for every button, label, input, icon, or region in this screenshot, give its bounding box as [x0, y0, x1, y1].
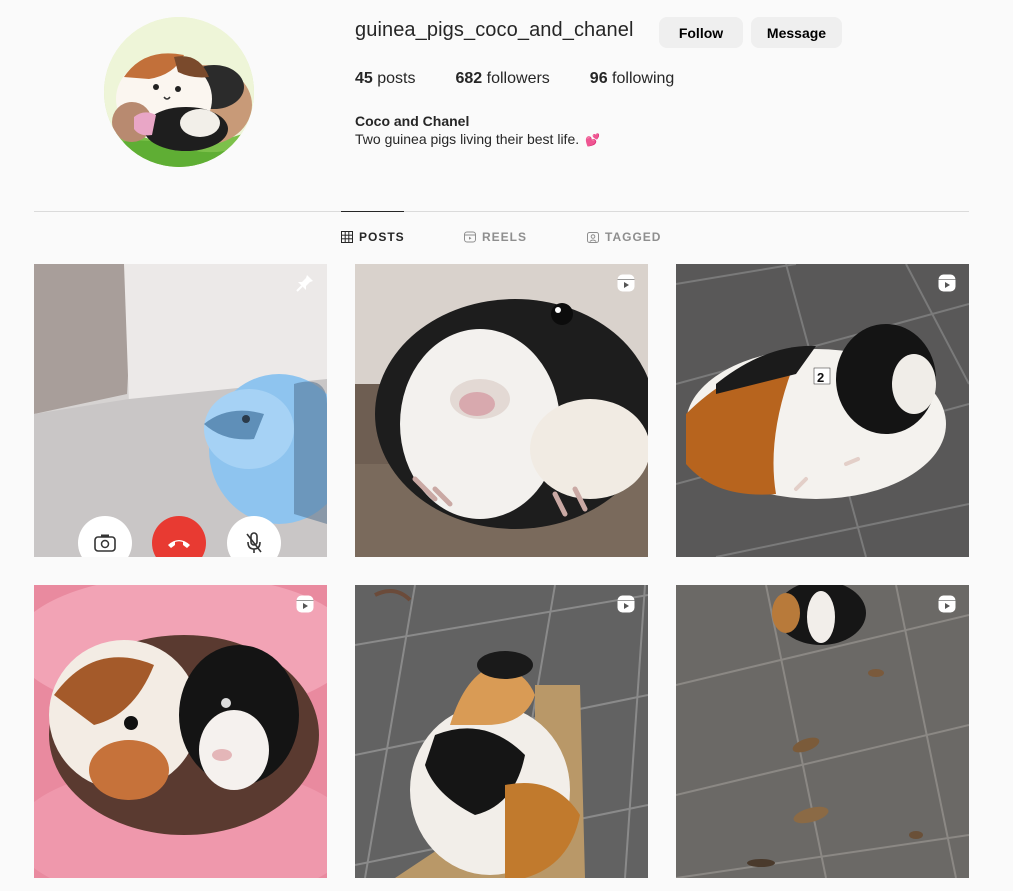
post-tile[interactable] — [355, 264, 648, 557]
reel-icon — [617, 595, 635, 613]
posts-stat: 45 posts — [355, 70, 416, 88]
tab-tagged[interactable]: TAGGED — [587, 230, 661, 244]
tabs-divider — [34, 211, 969, 212]
post-image — [34, 585, 327, 878]
tab-tagged-label: TAGGED — [605, 230, 662, 244]
tab-posts[interactable]: POSTS — [341, 230, 405, 244]
post-tile[interactable] — [34, 585, 327, 878]
mic-off-icon — [246, 532, 262, 553]
post-image — [676, 585, 969, 878]
post-tile[interactable]: 2 — [676, 264, 969, 557]
username: guinea_pigs_coco_and_chanel — [355, 19, 634, 41]
reels-icon — [464, 231, 476, 243]
following-stat[interactable]: 96 following — [590, 70, 675, 88]
svg-text:2: 2 — [817, 370, 824, 385]
follow-button[interactable]: Follow — [659, 17, 743, 48]
reel-icon — [938, 274, 956, 292]
active-tab-indicator — [341, 211, 404, 212]
avatar-illustration — [104, 17, 254, 167]
camera-icon — [94, 534, 116, 552]
post-image — [34, 264, 327, 557]
end-call-icon — [168, 540, 190, 548]
followers-count: 682 — [455, 70, 483, 87]
tab-posts-label: POSTS — [359, 230, 405, 244]
post-image — [355, 264, 648, 557]
bio-text: Two guinea pigs living their best life. — [355, 131, 580, 147]
grid-icon — [341, 231, 353, 243]
tagged-icon — [587, 232, 599, 243]
post-tile[interactable] — [34, 264, 327, 557]
pin-icon — [296, 275, 313, 292]
reel-icon — [617, 274, 635, 292]
followers-stat[interactable]: 682 followers — [456, 70, 550, 88]
profile-page: guinea_pigs_coco_and_chanel Follow Messa… — [0, 0, 1013, 891]
message-button[interactable]: Message — [751, 17, 842, 48]
post-image: 2 — [676, 264, 969, 557]
profile-stats: 45 posts 682 followers 96 following — [355, 70, 714, 88]
tab-reels[interactable]: REELS — [464, 230, 527, 244]
reel-icon — [938, 595, 956, 613]
tab-reels-label: REELS — [482, 230, 528, 244]
bio: Two guinea pigs living their best life. … — [355, 131, 600, 147]
display-name: Coco and Chanel — [355, 113, 470, 129]
posts-label: posts — [377, 70, 416, 87]
reel-icon — [296, 595, 314, 613]
post-tile[interactable] — [355, 585, 648, 878]
following-count: 96 — [589, 70, 608, 87]
post-image — [355, 585, 648, 878]
post-tile[interactable] — [676, 585, 969, 878]
profile-avatar[interactable] — [104, 17, 254, 167]
followers-label: followers — [486, 70, 550, 87]
posts-count: 45 — [355, 70, 373, 87]
bio-emoji: 💕 — [585, 133, 600, 147]
following-label: following — [612, 70, 675, 87]
